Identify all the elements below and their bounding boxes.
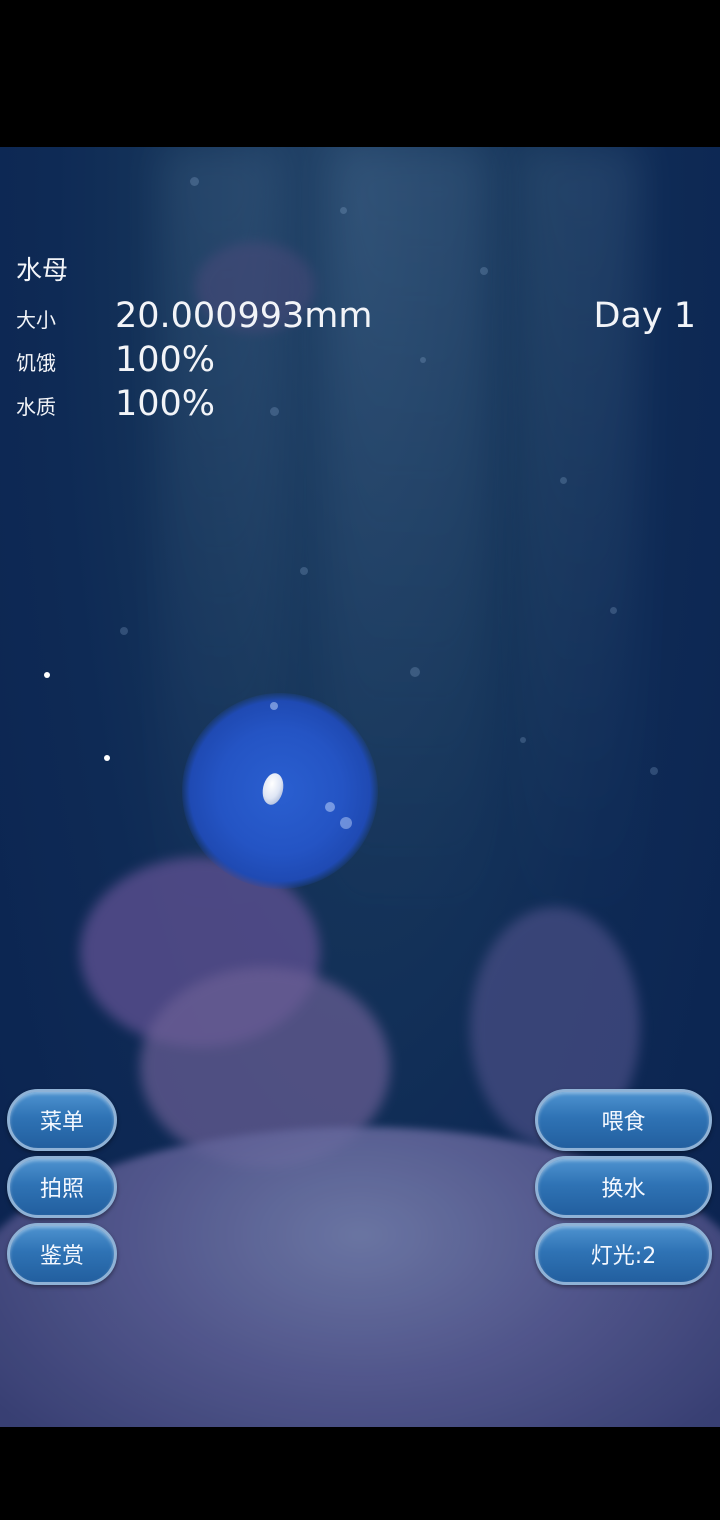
food-particle (104, 755, 110, 761)
day-counter: Day 1 (593, 296, 696, 336)
light-ray (520, 147, 640, 947)
navigation-bar-area (0, 1427, 720, 1520)
hunger-value: 100% (115, 340, 216, 380)
light-button[interactable]: 灯光:2 (535, 1223, 712, 1285)
photo-button[interactable]: 拍照 (7, 1156, 117, 1218)
change-water-button[interactable]: 换水 (535, 1156, 712, 1218)
food-particle (44, 672, 50, 678)
size-value: 20.000993mm (115, 296, 373, 336)
water-quality-value: 100% (115, 384, 216, 424)
creature-title: 水母 (16, 256, 69, 286)
menu-button[interactable]: 菜单 (7, 1089, 117, 1151)
water-quality-label: 水质 (16, 395, 56, 419)
status-bar-area (0, 0, 720, 147)
hunger-label: 饥饿 (16, 351, 56, 375)
appreciate-button[interactable]: 鉴赏 (7, 1223, 117, 1285)
feed-button[interactable]: 喂食 (535, 1089, 712, 1151)
size-label: 大小 (16, 308, 56, 332)
